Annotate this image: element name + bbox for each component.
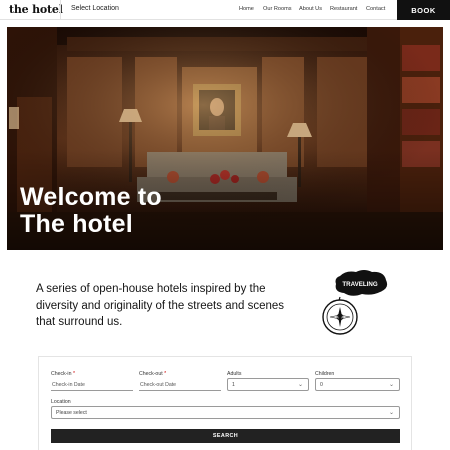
adults-value: 1 bbox=[232, 381, 235, 388]
nav-restaurant[interactable]: Restaurant bbox=[330, 6, 357, 12]
nav-our-rooms[interactable]: Our Rooms bbox=[263, 6, 292, 12]
checkin-date-field[interactable]: Check-in Date bbox=[51, 379, 133, 391]
hero-title: Welcome to The hotel bbox=[20, 184, 162, 238]
chevron-down-icon: ⌄ bbox=[388, 382, 394, 388]
checkin-label: Check-in * bbox=[51, 371, 75, 377]
checkout-date-field[interactable]: Check-out Date bbox=[139, 379, 221, 391]
required-marker: * bbox=[72, 371, 75, 377]
compass-icon: TRAVELING bbox=[322, 270, 388, 335]
location-label: Location bbox=[51, 399, 71, 405]
chevron-down-icon: ⌄ bbox=[297, 382, 303, 388]
checkout-label: Check-out * bbox=[139, 371, 167, 377]
hero-banner: Welcome to The hotel bbox=[7, 27, 443, 250]
hero-title-line-1: Welcome to bbox=[20, 183, 162, 211]
nav-contact[interactable]: Contact bbox=[366, 6, 385, 12]
required-marker: * bbox=[164, 371, 167, 377]
children-select[interactable]: 0 ⌄ bbox=[315, 378, 400, 391]
hero-title-line-2: The hotel bbox=[20, 210, 133, 238]
site-header: the hotel Select Location Home Our Rooms… bbox=[0, 0, 450, 20]
checkin-placeholder: Check-in Date bbox=[52, 381, 85, 388]
book-button[interactable]: BOOK bbox=[397, 0, 450, 20]
children-label: Children bbox=[315, 371, 335, 377]
intro-text: A series of open-house hotels inspired b… bbox=[36, 283, 285, 328]
search-button[interactable]: SEARCH bbox=[51, 429, 400, 443]
hotel-logo[interactable]: the hotel bbox=[9, 3, 63, 16]
checkout-placeholder: Check-out Date bbox=[140, 381, 177, 388]
header-divider bbox=[60, 0, 61, 20]
booking-form: Check-in * Check-in Date Check-out * Che… bbox=[38, 356, 412, 450]
adults-label: Adults bbox=[227, 371, 242, 377]
adults-select[interactable]: 1 ⌄ bbox=[227, 378, 309, 391]
location-selector[interactable]: Select Location bbox=[71, 5, 119, 12]
traveling-badge: TRAVELING bbox=[342, 281, 377, 288]
chevron-down-icon: ⌄ bbox=[388, 410, 394, 416]
nav-home[interactable]: Home bbox=[239, 6, 254, 12]
nav-about-us[interactable]: About Us bbox=[299, 6, 322, 12]
location-value: Please select bbox=[56, 409, 87, 416]
children-value: 0 bbox=[320, 381, 323, 388]
location-select[interactable]: Please select ⌄ bbox=[51, 406, 400, 419]
